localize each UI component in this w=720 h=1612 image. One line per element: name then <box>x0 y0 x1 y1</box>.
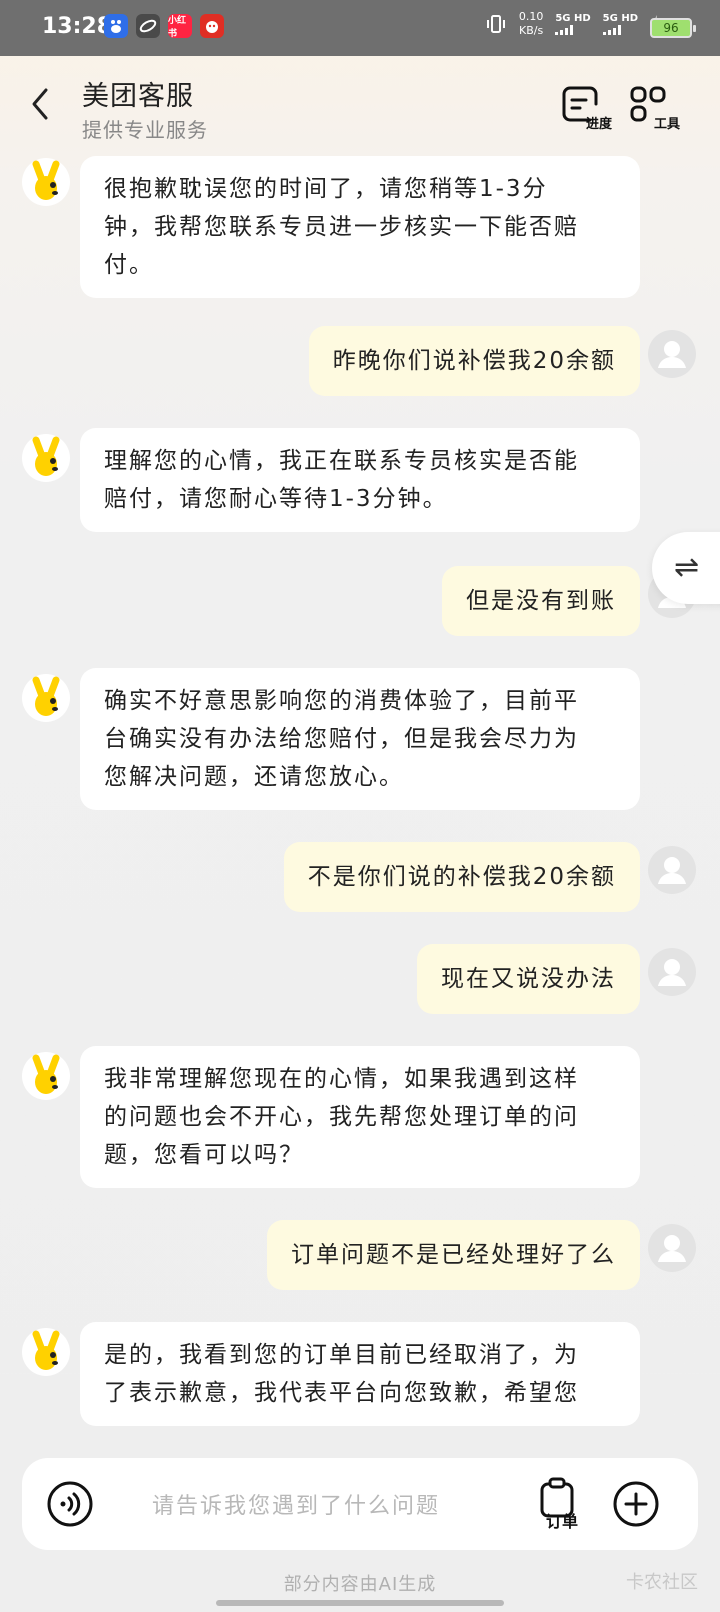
bot-avatar[interactable] <box>22 434 70 482</box>
status-right: 0.10 KB/s 5G HD 5G HD <box>485 10 662 38</box>
pinduoduo-icon <box>200 14 224 38</box>
ai-disclaimer: 部分内容由AI生成 <box>283 1574 437 1595</box>
bot-message: 是的，我看到您的订单目前已经取消了，为 了表示歉意，我代表平台向您致歉，希望您 <box>80 1322 640 1426</box>
voice-icon <box>47 1481 93 1527</box>
voice-input-button[interactable] <box>46 1480 94 1528</box>
user-icon <box>658 857 686 884</box>
kangaroo-mascot-icon <box>32 160 60 200</box>
user-message: 订单问题不是已经处理好了么 <box>267 1220 640 1290</box>
kangaroo-mascot-icon <box>32 676 60 716</box>
watermark: 卡农社区 <box>626 1572 698 1593</box>
bot-avatar[interactable] <box>22 1052 70 1100</box>
kangaroo-mascot-icon <box>32 1330 60 1370</box>
user-avatar[interactable] <box>648 846 696 894</box>
signal-bars-icon <box>555 25 590 35</box>
net-speed: 0.10 KB/s <box>518 10 544 37</box>
notification-icons: 小红书 <box>104 14 224 39</box>
chat-header: 美团客服 提供专业服务 进度 工具 <box>0 56 720 148</box>
more-button[interactable] <box>612 1480 660 1528</box>
kangaroo-mascot-icon <box>32 436 60 476</box>
input-bar: 请告诉我您遇到了什么问题 订单 <box>22 1458 698 1550</box>
chevron-left-icon <box>32 88 48 120</box>
user-avatar[interactable] <box>648 1224 696 1272</box>
page-title: 美团客服 <box>82 81 194 112</box>
user-icon <box>658 341 686 368</box>
progress-button[interactable]: 进度 <box>560 84 612 132</box>
tools-button[interactable]: 工具 <box>628 84 680 132</box>
chat-list[interactable]: 很抱歉耽误您的时间了，请您稍等1-3分 钟，我帮您联系专员进一步核实一下能否赔 … <box>0 148 720 1458</box>
baidu-icon <box>104 14 128 38</box>
bot-message: 理解您的心情，我正在联系专员核实是否能 赔付，请您耐心等待1-3分钟。 <box>80 428 640 532</box>
bot-avatar[interactable] <box>22 1328 70 1376</box>
kangaroo-mascot-icon <box>32 1054 60 1094</box>
user-icon <box>658 1235 686 1262</box>
bot-message: 我非常理解您现在的心情，如果我遇到这样 的问题也会不开心，我先帮您处理订单的问 … <box>80 1046 640 1188</box>
back-button[interactable] <box>26 84 56 124</box>
user-icon <box>658 959 686 986</box>
user-message: 昨晚你们说补偿我20余额 <box>308 326 640 396</box>
plus-icon <box>613 1481 659 1527</box>
page-subtitle: 提供专业服务 <box>82 118 208 142</box>
swap-arrows-icon: ⇌ <box>674 550 700 585</box>
vibrate-icon <box>486 15 505 33</box>
bot-message: 确实不好意思影响您的消费体验了，目前平 台确实没有办法给您赔付，但是我会尽力为 … <box>80 668 640 810</box>
status-bar: 13:28 小红书 0.10 KB/s 5G HD 5G HD 96 <box>0 0 720 56</box>
user-avatar[interactable] <box>648 948 696 996</box>
user-message: 但是没有到账 <box>442 566 640 636</box>
bot-message: 很抱歉耽误您的时间了，请您稍等1-3分 钟，我帮您联系专员进一步核实一下能否赔 … <box>80 156 640 298</box>
tools-label: 工具 <box>653 117 680 132</box>
bot-avatar[interactable] <box>22 158 70 206</box>
order-label: 订单 <box>546 1512 579 1531</box>
signal-bars-icon <box>602 25 638 35</box>
user-avatar[interactable] <box>648 330 696 378</box>
order-button[interactable]: 订单 <box>536 1476 596 1532</box>
user-message: 不是你们说的补偿我20余额 <box>283 842 640 912</box>
status-time: 13:28 <box>42 14 113 39</box>
xiaohongshu-icon: 小红书 <box>168 14 192 39</box>
bot-avatar[interactable] <box>22 674 70 722</box>
signal-sim2: 5G HD <box>602 13 638 35</box>
browser-icon <box>136 14 160 38</box>
battery-icon: 96 <box>650 18 696 38</box>
user-message: 现在又说没办法 <box>417 944 640 1014</box>
message-input[interactable]: 请告诉我您遇到了什么问题 <box>152 1488 440 1520</box>
signal-sim1: 5G HD <box>555 13 591 35</box>
home-indicator[interactable] <box>216 1600 504 1606</box>
switch-mode-button[interactable]: ⇌ <box>652 532 720 604</box>
progress-label: 进度 <box>585 117 612 132</box>
